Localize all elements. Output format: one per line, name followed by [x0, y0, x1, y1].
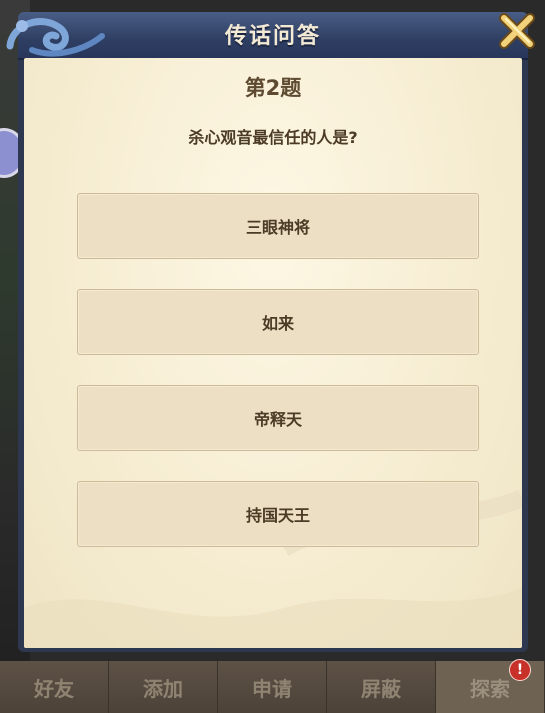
bottom-tab-bar: 好友 添加 申请 屏蔽 探索 [0, 661, 545, 713]
quiz-dialog: 传话问答 第2题 杀心观音最信任的人是? 三眼神将 如来 帝释天 持国天王 [6, 12, 535, 652]
tab-requests[interactable]: 申请 [218, 661, 327, 713]
question-text: 杀心观音最信任的人是? [188, 128, 358, 147]
tab-blocked[interactable]: 屏蔽 [327, 661, 436, 713]
paper-panel: 第2题 杀心观音最信任的人是? 三眼神将 如来 帝释天 持国天王 [24, 58, 522, 648]
answer-options: 三眼神将 如来 帝释天 持国天王 [77, 193, 479, 577]
question-number: 第2题 [244, 76, 302, 100]
answer-option-3[interactable]: 帝释天 [77, 385, 479, 451]
tab-add[interactable]: 添加 [109, 661, 218, 713]
notification-badge: ! [509, 659, 531, 681]
dialog-title: 传话问答 [224, 23, 321, 49]
answer-option-1[interactable]: 三眼神将 [77, 193, 479, 259]
answer-option-4[interactable]: 持国天王 [77, 481, 479, 547]
close-icon[interactable] [496, 10, 538, 52]
tab-friends[interactable]: 好友 [0, 661, 109, 713]
dialog-title-bar: 传话问答 [6, 12, 528, 60]
answer-option-2[interactable]: 如来 [77, 289, 479, 355]
